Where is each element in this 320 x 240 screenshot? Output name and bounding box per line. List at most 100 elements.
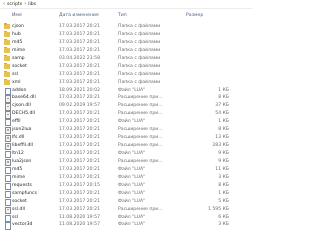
file-name: ssl	[12, 71, 19, 77]
file-row[interactable]: cjson.dll 09.02.2019 19:57 Расширение при.…	[0, 102, 252, 111]
column-header-row: Имя Дата изменения Тип Размер	[0, 10, 252, 19]
file-date: 11.08.2020 19:57	[59, 222, 101, 228]
file-name: lua2json	[12, 158, 32, 164]
file-type: Файл "LUA"	[118, 166, 146, 172]
file-row[interactable]: socket 17.03.2017 20:21 Папка с файлами	[0, 62, 252, 71]
file-name: cjson	[12, 24, 24, 29]
file-size: 5 КБ	[218, 198, 229, 204]
file-name: lfs.dll	[12, 135, 25, 141]
file-type: Расширение при...	[118, 95, 163, 101]
file-name: socket	[12, 63, 27, 69]
file-type: Файл "LUA"	[118, 214, 146, 220]
file-row[interactable]: hub 17.03.2017 20:21 Папка с файлами	[0, 30, 252, 39]
file-name: effil	[12, 119, 21, 125]
file-row[interactable]: ltn12 17.03.2017 20:21 Файл "LUA" 9 КБ	[0, 150, 252, 159]
file-size: 1 КБ	[218, 87, 229, 93]
file-type: Папка с файлами	[118, 39, 161, 45]
file-size: 283 КБ	[212, 143, 229, 149]
file-row[interactable]: addon 18.09.2021 20:02 Файл "LUA" 1 КБ	[0, 87, 252, 95]
file-date: 17.03.2017 20:21	[59, 151, 101, 156]
file-date: 17.03.2017 20:21	[59, 127, 101, 133]
file-name: ssl	[12, 214, 19, 220]
file-row[interactable]: lua2json 17.03.2017 20:21 Расширение при..…	[0, 158, 252, 167]
file-name: libeffil.dll	[12, 143, 33, 149]
file-type: Расширение при...	[118, 127, 163, 133]
chevron-left-icon: ‹	[3, 1, 5, 7]
column-header-type[interactable]: Тип	[118, 13, 127, 18]
folder-icon	[4, 78, 10, 85]
file-size: 3 КБ	[218, 174, 229, 180]
file-type: Расширение при...	[118, 103, 163, 109]
file-type: Папка с файлами	[118, 63, 161, 69]
file-type: Файл "LUA"	[118, 198, 146, 204]
file-row[interactable]: libeffil.dll 17.03.2017 20:21 Расширение п…	[0, 142, 252, 151]
address-bar[interactable]: ‹ scripts › libs	[0, 0, 252, 9]
file-size: 1 КБ	[218, 190, 229, 196]
file-type: Файл "LUA"	[118, 182, 146, 188]
file-date: 17.03.2017 20:21	[59, 111, 101, 117]
file-name: samp	[12, 55, 25, 61]
file-name: mime	[12, 47, 26, 53]
file-name: addon	[12, 87, 27, 93]
folder-icon	[4, 54, 10, 61]
file-row[interactable]: socket 17.03.2017 20:21 Файл "LUA" 5 КБ	[0, 198, 252, 206]
file-row[interactable]: json2lua 17.03.2017 20:21 Расширение при..…	[0, 126, 252, 135]
file-row[interactable]: vector3d 11.08.2020 19:57 Файл "LUA" 3 КБ	[0, 221, 252, 230]
file-row[interactable]: effil 17.03.2017 20:21 Файл "LUA" 1 КБ	[0, 118, 252, 127]
file-size: 8 КБ	[218, 95, 229, 101]
file-row[interactable]: requests 17.03.2017 20:15 Файл "LUA" 8 КБ	[0, 182, 252, 190]
file-row[interactable]: ssl.dll 17.03.2017 20:21 Расширение при...…	[0, 206, 252, 214]
file-row[interactable]: xml 17.03.2017 20:21 Папка с файлами	[0, 78, 252, 87]
file-type: Файл "LUA"	[118, 151, 146, 156]
file-date: 17.03.2017 20:21	[59, 79, 101, 85]
file-date: 17.03.2017 20:21	[59, 24, 101, 29]
file-size: 9 КБ	[218, 151, 229, 156]
file-name: socket	[12, 198, 27, 204]
file-row[interactable]: samp 03.04.2022 23:58 Папка с файлами	[0, 54, 252, 63]
file-date: 11.08.2020 19:57	[59, 214, 101, 220]
file-row[interactable]: DECH5.dll 17.03.2017 20:21 Расширение при.…	[0, 110, 252, 119]
file-size: 37 КБ	[215, 103, 229, 109]
file-date: 17.03.2017 20:21	[59, 63, 101, 69]
file-type: Папка с файлами	[118, 31, 161, 37]
file-date: 17.03.2017 20:21	[59, 190, 101, 196]
folder-icon	[4, 23, 10, 29]
file-date: 17.03.2017 20:21	[59, 166, 101, 172]
file-row[interactable]: md5 17.03.2017 20:21 Папка с файлами	[0, 38, 252, 47]
file-type: Папка с файлами	[118, 79, 161, 85]
folder-icon	[4, 46, 10, 53]
file-row[interactable]: mime 17.03.2017 20:21 Папка с файлами	[0, 46, 252, 55]
file-row[interactable]: sampfuncs 17.03.2017 20:21 Файл "LUA" 1 КБ	[0, 190, 252, 198]
file-date: 09.02.2019 19:57	[59, 103, 101, 109]
file-row[interactable]: mime 17.03.2017 20:21 Файл "LUA" 3 КБ	[0, 174, 252, 182]
file-date: 17.03.2017 20:21	[59, 143, 101, 149]
file-type: Расширение при...	[118, 158, 163, 164]
column-header-size[interactable]: Размер	[186, 13, 203, 18]
file-row[interactable]: ssl 17.03.2017 20:21 Папка с файлами	[0, 70, 252, 79]
file-name: json2lua	[12, 127, 32, 133]
file-row[interactable]: lfs.dll 17.03.2017 20:21 Расширение при...…	[0, 134, 252, 143]
file-date: 17.03.2017 20:15	[59, 182, 101, 188]
file-type: Папка с файлами	[118, 71, 161, 77]
file-name: requests	[12, 182, 32, 188]
file-date: 17.03.2017 20:21	[59, 47, 101, 53]
folder-icon	[4, 30, 10, 37]
column-header-name[interactable]: Имя	[12, 13, 22, 18]
folder-icon	[4, 62, 10, 69]
file-size: 13 КБ	[215, 135, 229, 141]
file-type: Расширение при...	[118, 206, 163, 212]
file-type: Расширение при...	[118, 111, 163, 117]
file-row[interactable]: md5 17.03.2017 20:21 Файл "LUA" 11 КБ	[0, 166, 252, 175]
file-row[interactable]: cjson 17.03.2017 20:21 Папка с файлами	[0, 23, 252, 31]
file-row[interactable]: base64.dll 17.03.2017 20:21 Расширение при…	[0, 94, 252, 103]
file-type: Файл "LUA"	[118, 119, 146, 125]
file-date: 17.03.2017 20:21	[59, 174, 101, 180]
file-type: Папка с файлами	[118, 47, 161, 53]
breadcrumb-item-scripts[interactable]: scripts	[7, 2, 22, 7]
file-date: 17.03.2017 20:21	[59, 198, 101, 204]
file-row[interactable]: ssl 11.08.2020 19:57 Файл "LUA" 6 КБ	[0, 214, 252, 222]
breadcrumb-item-libs[interactable]: libs	[28, 2, 36, 7]
file-size: 6 КБ	[218, 214, 229, 220]
column-header-date[interactable]: Дата изменения	[59, 13, 99, 18]
file-date: 17.03.2017 20:21	[59, 95, 101, 101]
